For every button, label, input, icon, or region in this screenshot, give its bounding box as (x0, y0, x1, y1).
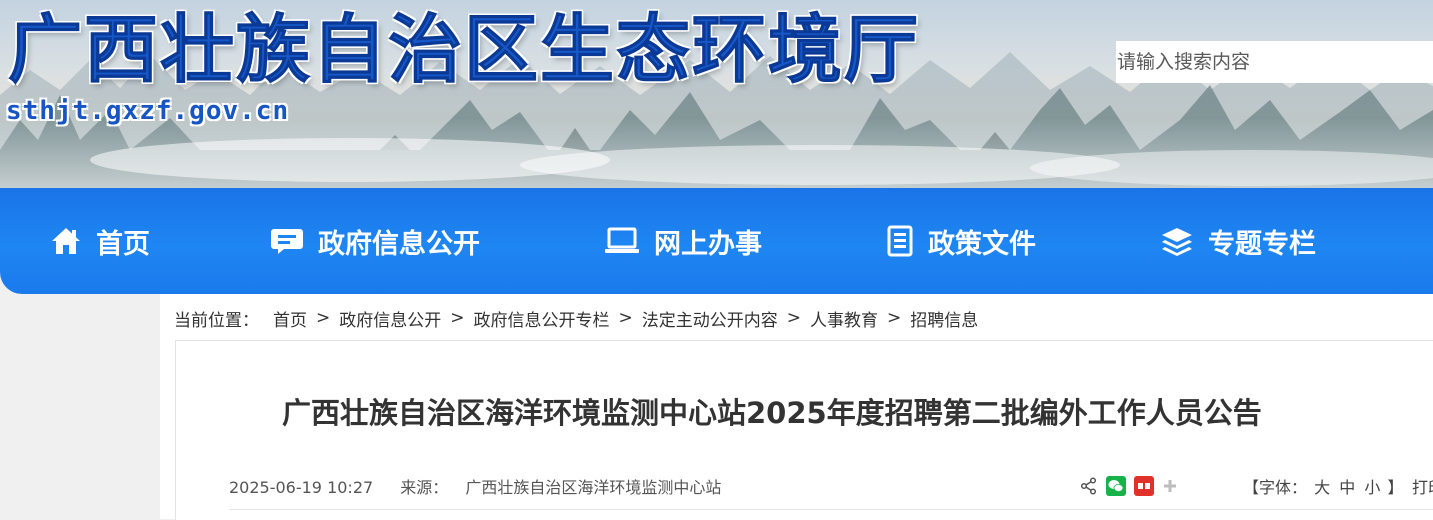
breadcrumb-link-statutory-content[interactable]: 法定主动公开内容 (642, 306, 778, 331)
share-icon[interactable] (1080, 477, 1098, 495)
breadcrumb-separator: > (450, 308, 465, 328)
article-meta: 2025-06-19 10:27 来源： 广西壮族自治区海洋环境监测中心站 (229, 474, 721, 498)
nav-item-label: 网上办事 (654, 228, 762, 260)
breadcrumb-separator: > (887, 308, 902, 328)
breadcrumb-link-hr-education[interactable]: 人事教育 (810, 306, 878, 331)
laptop-icon (604, 227, 640, 255)
breadcrumb-lead: 当前位置： (174, 310, 259, 331)
breadcrumb-separator: > (618, 308, 633, 328)
font-size-open: 【字体： (1243, 478, 1308, 497)
more-icon[interactable] (1162, 478, 1178, 494)
nav-item-label: 首页 (96, 228, 150, 260)
search-box (1116, 41, 1433, 83)
font-size-small[interactable]: 小 (1364, 478, 1380, 497)
nav-item-home[interactable]: 首页 (50, 188, 150, 294)
publish-datetime: 2025-06-19 10:27 (229, 478, 374, 497)
main-nav: 首页 政府信息公开 网上办事 政策文件 专题专栏 (0, 188, 1433, 294)
site-domain: sthjt.gxzf.gov.cn (6, 96, 290, 126)
breadcrumb-link-recruitment[interactable]: 招聘信息 (910, 306, 978, 331)
wechat-icon[interactable] (1106, 476, 1126, 496)
breadcrumb-separator: > (786, 308, 801, 328)
nav-item-gov-info[interactable]: 政府信息公开 (270, 188, 480, 294)
source-label: 来源： (400, 478, 449, 497)
document-icon (886, 225, 914, 257)
nav-item-label: 政府信息公开 (318, 228, 480, 260)
header-banner: 广西壮族自治区生态环境厅 sthjt.gxzf.gov.cn (0, 0, 1433, 188)
divider (229, 509, 1433, 510)
font-size-large[interactable]: 大 (1314, 478, 1330, 497)
message-icon (270, 226, 304, 256)
search-input[interactable] (1116, 41, 1433, 83)
breadcrumb: 当前位置： 首页 > 政府信息公开 > 政府信息公开专栏 > 法定主动公开内容 … (174, 304, 978, 332)
nav-item-online-service[interactable]: 网上办事 (604, 188, 762, 294)
nav-item-policy-docs[interactable]: 政策文件 (886, 188, 1036, 294)
nav-item-label: 专题专栏 (1208, 228, 1316, 260)
breadcrumb-link-home[interactable]: 首页 (273, 306, 307, 331)
print-button[interactable]: 打印 (1412, 474, 1433, 498)
article-title: 广西壮族自治区海洋环境监测中心站2025年度招聘第二批编外工作人员公告 (282, 396, 1262, 430)
home-icon (50, 226, 82, 256)
layers-icon (1160, 226, 1194, 256)
source-name: 广西壮族自治区海洋环境监测中心站 (465, 478, 722, 497)
site-title: 广西壮族自治区生态环境厅 (8, 7, 920, 93)
nav-item-label: 政策文件 (928, 228, 1036, 260)
share-bar (1080, 476, 1186, 496)
nav-item-special-topics[interactable]: 专题专栏 (1160, 188, 1316, 294)
breadcrumb-link-gov-info[interactable]: 政府信息公开 (339, 306, 441, 331)
breadcrumb-link-gov-info-column[interactable]: 政府信息公开专栏 (474, 306, 610, 331)
font-size-close: 】 (1387, 478, 1404, 497)
breadcrumb-separator: > (316, 308, 331, 328)
weibo-icon[interactable] (1134, 476, 1154, 496)
font-size-medium[interactable]: 中 (1339, 478, 1355, 497)
font-size-control: 【字体： 大 中 小 】 (1243, 474, 1403, 498)
